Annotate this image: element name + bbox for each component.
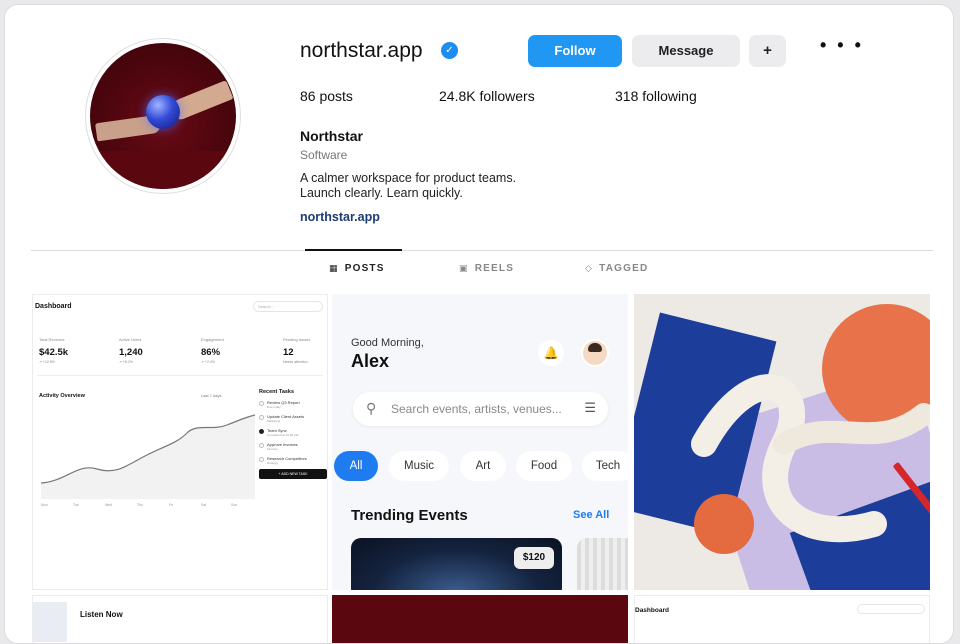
x-tick-label: Sun <box>231 503 238 507</box>
following-count-link[interactable]: 318 following <box>615 88 697 104</box>
post-tile-dashboard[interactable]: Dashboard Search... Total Revenue $42.5k… <box>32 294 328 590</box>
kpi-card: Engagement 86% ↗ +2.4% <box>201 337 224 364</box>
activity-line-chart <box>40 414 256 499</box>
kpi-value: $42.5k <box>39 347 69 358</box>
search-icon: ⚲ <box>366 400 377 416</box>
tab-label: TAGGED <box>599 263 649 274</box>
post-tile-dark[interactable] <box>332 595 628 643</box>
category-chip: Music <box>389 451 449 481</box>
kpi-change: ↗ +12.5% <box>39 360 55 364</box>
task-item: Research Competitors Strategy <box>259 456 327 465</box>
profile-display-name: Northstar <box>300 128 364 144</box>
kpi-label: Engagement <box>201 337 224 342</box>
profile-website-link[interactable]: northstar.app <box>300 210 380 224</box>
x-tick-label: Tue <box>73 503 79 507</box>
dashboard-search <box>857 604 925 614</box>
tabs-divider <box>31 250 933 251</box>
greeting-text: Good Morning, <box>351 337 424 349</box>
recent-tasks-panel: Recent Tasks Review Q3 Report Due today U… <box>259 389 327 507</box>
user-avatar <box>581 339 609 367</box>
price-badge: $120 <box>514 547 554 569</box>
verified-badge-icon: ✓ <box>441 42 458 59</box>
dashboard-title: Dashboard <box>635 607 669 614</box>
tab-tagged[interactable]: ◇ TAGGED <box>585 263 648 274</box>
range-select: Last 7 days <box>201 393 222 398</box>
kpi-label: Pending Issues <box>283 337 311 342</box>
tab-posts[interactable]: ▦ POSTS <box>329 263 385 274</box>
glowing-orb-shape <box>146 95 180 129</box>
x-tick-label: Mon <box>41 503 48 507</box>
category-chip: Art <box>460 451 506 481</box>
kpi-change: Needs attention <box>283 360 308 364</box>
bio-line: Launch clearly. Learn quickly. <box>300 186 463 200</box>
dashboard-title: Dashboard <box>35 303 72 310</box>
kpi-card: Total Revenue $42.5k ↗ +12.5% <box>39 337 68 364</box>
posts-count: 86 posts <box>300 88 353 104</box>
events-search-bar: ⚲ Search events, artists, venues... ☰ <box>353 392 608 426</box>
kpi-value: 12 <box>283 347 294 358</box>
activity-title: Activity Overview <box>39 393 85 399</box>
post-tile-dashboard-2[interactable]: Dashboard <box>634 595 930 643</box>
paper-ribbon-shape <box>691 374 930 543</box>
tab-label: POSTS <box>344 263 385 274</box>
bell-icon: 🔔 <box>538 340 564 366</box>
active-tab-indicator <box>305 249 402 251</box>
profile-bio: A calmer workspace for product teams. La… <box>300 171 516 201</box>
category-chip: Tech <box>582 451 628 481</box>
kpi-change: ↗ +5.2% <box>119 360 133 364</box>
message-button[interactable]: Message <box>632 35 740 67</box>
follow-button[interactable]: Follow <box>528 35 622 67</box>
paper-shape <box>694 494 754 554</box>
task-item: Update Client Assets Marketing <box>259 414 327 423</box>
profile-username: northstar.app <box>300 39 423 62</box>
avatar-image <box>90 43 236 189</box>
grid-icon: ▦ <box>329 263 339 273</box>
task-item: Review Q3 Report Due today <box>259 400 327 409</box>
x-tick-label: Fri <box>169 503 174 507</box>
kpi-value: 86% <box>201 347 221 358</box>
kpi-change: ↗ +2.4% <box>201 360 215 364</box>
x-tick-label: Sat <box>201 503 207 507</box>
category-chip: Food <box>516 451 572 481</box>
suggested-accounts-button[interactable]: + <box>749 35 786 67</box>
kpi-label: Total Revenue <box>39 337 65 342</box>
tagged-icon: ◇ <box>585 263 594 273</box>
kpi-value: 1,240 <box>119 347 143 358</box>
add-task-button: + ADD NEW TASK <box>259 469 327 479</box>
x-tick-label: Wed <box>105 503 113 507</box>
more-options-icon[interactable]: • • • <box>820 35 864 56</box>
tab-reels[interactable]: ▣ REELS <box>459 263 514 274</box>
post-tile-paper-art[interactable] <box>634 294 930 590</box>
followers-count-link[interactable]: 24.8K followers <box>439 88 535 104</box>
task-item: Approve Invoices Finance <box>259 442 327 451</box>
profile-avatar[interactable] <box>85 38 241 194</box>
bio-line: A calmer workspace for product teams. <box>300 171 517 185</box>
tab-label: REELS <box>474 263 515 274</box>
thumbnail <box>33 602 67 642</box>
event-card-image <box>577 538 628 590</box>
kpi-card: Active Users 1,240 ↗ +5.2% <box>119 337 143 364</box>
reels-icon: ▣ <box>459 263 469 273</box>
search-placeholder: Search events, artists, venues... <box>391 402 562 416</box>
listen-now-title: Listen Now <box>80 610 123 619</box>
profile-category: Software <box>300 148 348 162</box>
greeting-name: Alex <box>351 351 390 371</box>
post-tile-events-app[interactable]: Good Morning, Alex 🔔 ⚲ Search events, ar… <box>332 294 628 590</box>
kpi-card: Pending Issues 12 Needs attention <box>283 337 310 364</box>
profile-page: northstar.app ✓ Follow Message + • • • 8… <box>4 4 954 644</box>
dashboard-search: Search... <box>253 301 323 312</box>
task-item: Team Sync Completed at 10:00 AM <box>259 428 327 437</box>
recent-tasks-title: Recent Tasks <box>259 389 295 395</box>
trending-title: Trending Events <box>351 507 468 524</box>
x-tick-label: Thu <box>137 503 144 507</box>
filter-icon: ☰ <box>584 400 596 415</box>
post-tile-music[interactable]: Listen Now <box>32 595 328 643</box>
see-all-link: See All <box>573 509 610 521</box>
category-chip: All <box>334 451 378 481</box>
divider <box>37 375 323 376</box>
kpi-label: Active Users <box>119 337 142 342</box>
